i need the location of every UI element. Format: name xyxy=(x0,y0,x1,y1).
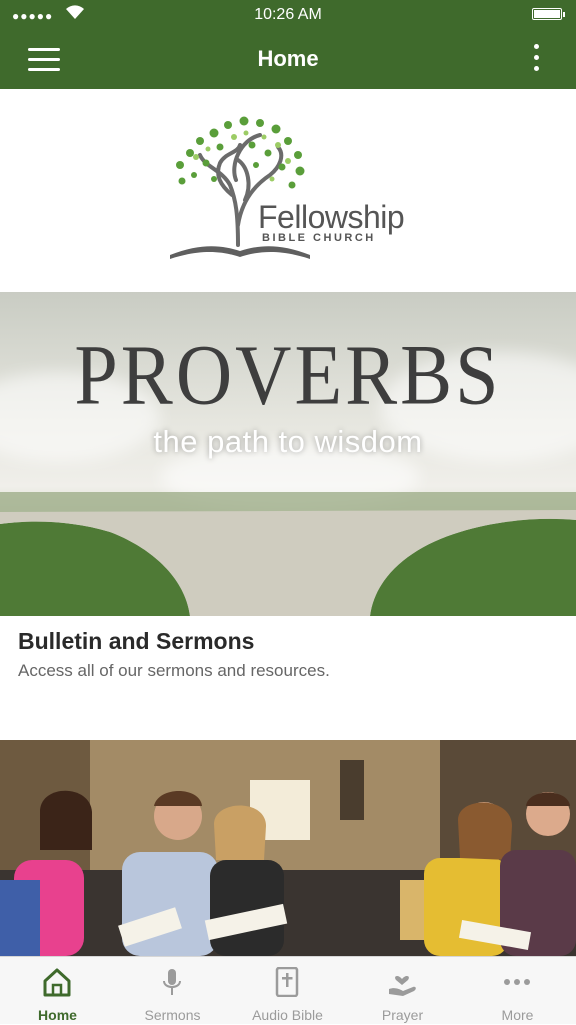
card-title: Bulletin and Sermons xyxy=(18,628,255,654)
card-description: Access all of our sermons and resources. xyxy=(18,661,330,680)
group-photo-illustration xyxy=(0,740,576,956)
church-logo: Fellowship BIBLE CHURCH xyxy=(0,89,576,292)
small-group-photo[interactable] xyxy=(0,740,576,956)
status-time: 10:26 AM xyxy=(254,6,322,23)
banner-headline: PROVERBS xyxy=(74,326,502,423)
tab-audio-bible[interactable]: Audio Bible xyxy=(230,957,345,1025)
prayer-hand-icon xyxy=(389,976,416,996)
tab-prayer[interactable]: Prayer xyxy=(345,957,460,1025)
tab-label: Audio Bible xyxy=(252,1007,323,1023)
tab-sermons[interactable]: Sermons xyxy=(115,957,230,1025)
tab-label: Home xyxy=(38,1007,77,1023)
banner-tagline: the path to wisdom xyxy=(153,424,423,459)
bulletin-card[interactable]: Bulletin and Sermons Access all of our s… xyxy=(18,628,558,681)
tab-label: Prayer xyxy=(381,1007,424,1023)
sermon-series-banner[interactable]: PROVERBS the path to wisdom xyxy=(0,292,576,616)
microphone-icon xyxy=(163,969,181,995)
ellipsis-icon xyxy=(504,979,530,985)
home-icon xyxy=(43,968,71,997)
nav-bar: Home xyxy=(0,30,576,89)
tab-more[interactable]: More xyxy=(460,957,575,1025)
tab-label: Sermons xyxy=(144,1007,201,1023)
more-options-icon[interactable] xyxy=(532,44,540,76)
page-title: Home xyxy=(257,46,319,71)
battery-icon xyxy=(532,8,565,20)
tab-label: More xyxy=(501,1007,534,1023)
logo-name-text: Fellowship xyxy=(258,199,405,235)
bible-icon xyxy=(275,967,299,997)
status-bar: ●●●●● 10:26 AM xyxy=(0,0,576,30)
top-bar: ●●●●● 10:26 AM Home xyxy=(0,0,576,89)
bottom-tab-bar: Home Sermons Audio Bible Prayer More xyxy=(0,956,576,1024)
logo-subtitle-text: BIBLE CHURCH xyxy=(262,232,376,244)
tab-home[interactable]: Home xyxy=(0,957,115,1025)
